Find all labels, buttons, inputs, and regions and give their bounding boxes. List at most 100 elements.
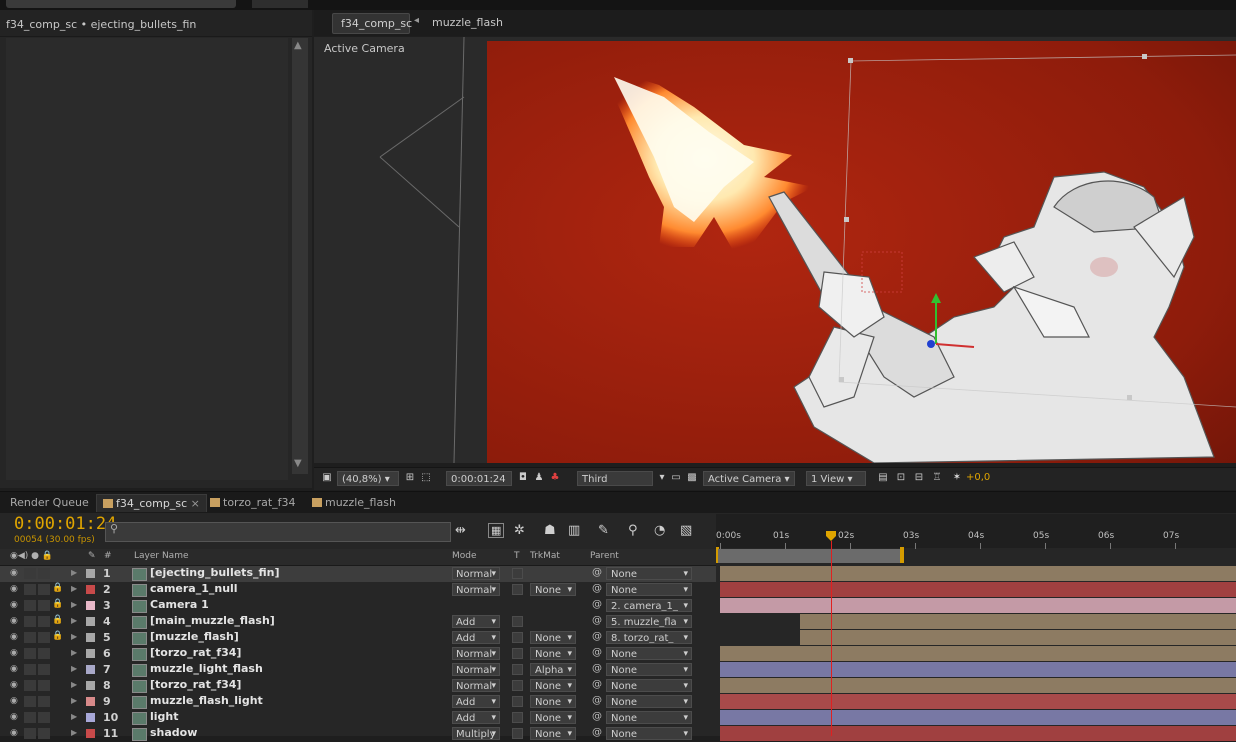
work-area-end-handle[interactable] bbox=[900, 547, 904, 563]
audio-switch[interactable] bbox=[24, 616, 36, 627]
parent-dropdown[interactable]: None bbox=[606, 695, 692, 708]
audio-switch[interactable] bbox=[24, 696, 36, 707]
reset-exposure-icon[interactable]: ✶ bbox=[950, 471, 964, 485]
track-matte-dropdown[interactable]: None bbox=[530, 711, 576, 725]
solo-switch[interactable] bbox=[38, 632, 50, 643]
lock-icon[interactable]: 🔒 bbox=[52, 631, 63, 641]
layer-duration-bar[interactable] bbox=[800, 630, 1236, 645]
brainstorm-icon[interactable]: ⚲ bbox=[628, 523, 638, 538]
layer-label-swatch[interactable] bbox=[86, 617, 95, 626]
transparency-grid-icon[interactable]: ▩ bbox=[685, 471, 699, 485]
audio-switch[interactable] bbox=[24, 600, 36, 611]
current-time-field[interactable]: 0:00:01:24 bbox=[446, 471, 512, 486]
layer-name[interactable]: Camera 1 bbox=[150, 598, 209, 611]
parent-pickwhip-icon[interactable]: @ bbox=[592, 679, 602, 690]
layer-row[interactable]: ◉ ▶ 1 [ejecting_bullets_fin] Normal @ None bbox=[0, 566, 716, 582]
layer-duration-bar[interactable] bbox=[720, 726, 1236, 741]
layer-duration-bar[interactable] bbox=[720, 662, 1236, 677]
track-matte-dropdown[interactable]: None bbox=[530, 647, 576, 661]
layer-duration-bar[interactable] bbox=[720, 582, 1236, 597]
magnification-dropdown[interactable]: (40,8%) ▾ bbox=[337, 471, 399, 486]
parent-dropdown[interactable]: None bbox=[606, 567, 692, 580]
panel-tab-effects[interactable] bbox=[252, 0, 308, 8]
preserve-transparency-toggle[interactable] bbox=[512, 696, 523, 707]
layer-row[interactable]: ◉ 🔒 ▶ 4 [main_muzzle_flash] Add @5. muzzle_fla bbox=[0, 614, 716, 630]
eye-icon[interactable]: ◉ bbox=[10, 712, 18, 722]
preserve-transparency-toggle[interactable] bbox=[512, 648, 523, 659]
solo-switch[interactable] bbox=[38, 696, 50, 707]
layer-duration-bar[interactable] bbox=[720, 598, 1236, 613]
layer-label-swatch[interactable] bbox=[86, 729, 95, 738]
layer-label-swatch[interactable] bbox=[86, 601, 95, 610]
layer-label-swatch[interactable] bbox=[86, 713, 95, 722]
preserve-transparency-toggle[interactable] bbox=[512, 584, 523, 595]
blend-mode-dropdown[interactable]: Multiply bbox=[452, 727, 500, 741]
layer-name[interactable]: shadow bbox=[150, 726, 197, 739]
parent-pickwhip-icon[interactable]: @ bbox=[592, 647, 602, 658]
parent-dropdown[interactable]: 8. torzo_rat_ bbox=[606, 631, 692, 644]
column-layer-name[interactable]: Layer Name bbox=[134, 551, 189, 561]
layer-row[interactable]: ◉ ▶ 7 muzzle_light_flash Normal Alpha @ None bbox=[0, 662, 716, 678]
layer-row[interactable]: ◉▶11shadowMultiplyNone@None bbox=[0, 726, 716, 742]
audio-switch[interactable] bbox=[24, 712, 36, 723]
preserve-transparency-toggle[interactable] bbox=[512, 616, 523, 627]
resolution-dropdown-arrow-icon[interactable]: ▾ bbox=[655, 471, 669, 485]
layer-row[interactable]: ◉ 🔒 ▶ 2 camera_1_null Normal None @ None bbox=[0, 582, 716, 598]
solo-switch[interactable] bbox=[38, 712, 50, 723]
safe-zones-icon[interactable]: ⊞ bbox=[403, 471, 417, 485]
expand-triangle-icon[interactable]: ▶ bbox=[71, 616, 77, 625]
expand-triangle-icon[interactable]: ▶ bbox=[71, 584, 77, 593]
flowchart-icon[interactable]: ♖ bbox=[930, 471, 944, 485]
layer-duration-bar[interactable] bbox=[720, 566, 1236, 581]
draft-3d-icon[interactable]: ✲ bbox=[514, 523, 525, 538]
live-update-icon[interactable]: ▦ bbox=[488, 523, 505, 538]
track-matte-dropdown[interactable]: None bbox=[530, 727, 576, 741]
audio-switch[interactable] bbox=[24, 584, 36, 595]
snapshot-icon[interactable]: ◘ bbox=[516, 471, 530, 485]
audio-switch[interactable] bbox=[24, 568, 36, 579]
solo-switch[interactable] bbox=[38, 728, 50, 739]
preserve-transparency-toggle[interactable] bbox=[512, 568, 523, 579]
lock-icon[interactable]: 🔒 bbox=[52, 583, 63, 593]
timeline-toggle-icon[interactable]: ⊟ bbox=[912, 471, 926, 485]
show-snapshot-icon[interactable]: ♟ bbox=[532, 471, 546, 485]
track-matte-dropdown[interactable]: None bbox=[530, 583, 576, 597]
layer-row[interactable]: ◉ ▶ 8 [torzo_rat_f34] Normal None @ None bbox=[0, 678, 716, 694]
breadcrumb-comp[interactable]: muzzle_flash bbox=[432, 16, 503, 29]
parent-pickwhip-icon[interactable]: @ bbox=[592, 711, 602, 722]
lock-icon[interactable]: 🔒 bbox=[52, 615, 63, 625]
eye-icon[interactable]: ◉ bbox=[10, 664, 18, 674]
view-layout-dropdown[interactable]: 1 View ▾ bbox=[806, 471, 866, 486]
composition-viewer[interactable] bbox=[314, 37, 1236, 463]
audio-switch[interactable] bbox=[24, 680, 36, 691]
layer-name[interactable]: [muzzle_flash] bbox=[150, 630, 239, 643]
region-of-interest-icon[interactable]: ▭ bbox=[669, 471, 683, 485]
close-tab-icon[interactable]: × bbox=[191, 497, 200, 510]
tab-torzo-rat-f34[interactable]: torzo_rat_f34 bbox=[204, 494, 302, 512]
audio-switch[interactable] bbox=[24, 632, 36, 643]
fast-previews-icon[interactable]: ⊡ bbox=[894, 471, 908, 485]
layer-search-input[interactable] bbox=[105, 522, 451, 542]
blend-mode-dropdown[interactable]: Normal bbox=[452, 647, 500, 661]
expand-triangle-icon[interactable]: ▶ bbox=[71, 568, 77, 577]
eye-icon[interactable]: ◉ bbox=[10, 680, 18, 690]
parent-dropdown[interactable]: None bbox=[606, 647, 692, 660]
parent-pickwhip-icon[interactable]: @ bbox=[592, 727, 602, 738]
track-matte-dropdown[interactable]: None bbox=[530, 631, 576, 645]
layer-label-swatch[interactable] bbox=[86, 585, 95, 594]
eye-icon[interactable]: ◉ bbox=[10, 632, 18, 642]
playhead-line[interactable] bbox=[831, 541, 833, 736]
lock-icon[interactable]: 🔒 bbox=[52, 599, 63, 609]
layer-label-swatch[interactable] bbox=[86, 665, 95, 674]
expand-triangle-icon[interactable]: ▶ bbox=[71, 632, 77, 641]
scroll-down-icon[interactable]: ▼ bbox=[294, 458, 302, 469]
layer-name[interactable]: [ejecting_bullets_fin] bbox=[150, 566, 280, 579]
channel-icon[interactable]: ♣ bbox=[548, 471, 562, 485]
motion-blur-icon[interactable]: ✎ bbox=[598, 523, 609, 538]
mask-visibility-icon[interactable]: ⬚ bbox=[419, 471, 433, 485]
expand-triangle-icon[interactable]: ▶ bbox=[71, 680, 77, 689]
layer-row[interactable]: ◉ ▶ 6 [torzo_rat_f34] Normal None @ None bbox=[0, 646, 716, 662]
parent-dropdown[interactable]: None bbox=[606, 679, 692, 692]
preserve-transparency-toggle[interactable] bbox=[512, 728, 523, 739]
audio-switch[interactable] bbox=[24, 728, 36, 739]
